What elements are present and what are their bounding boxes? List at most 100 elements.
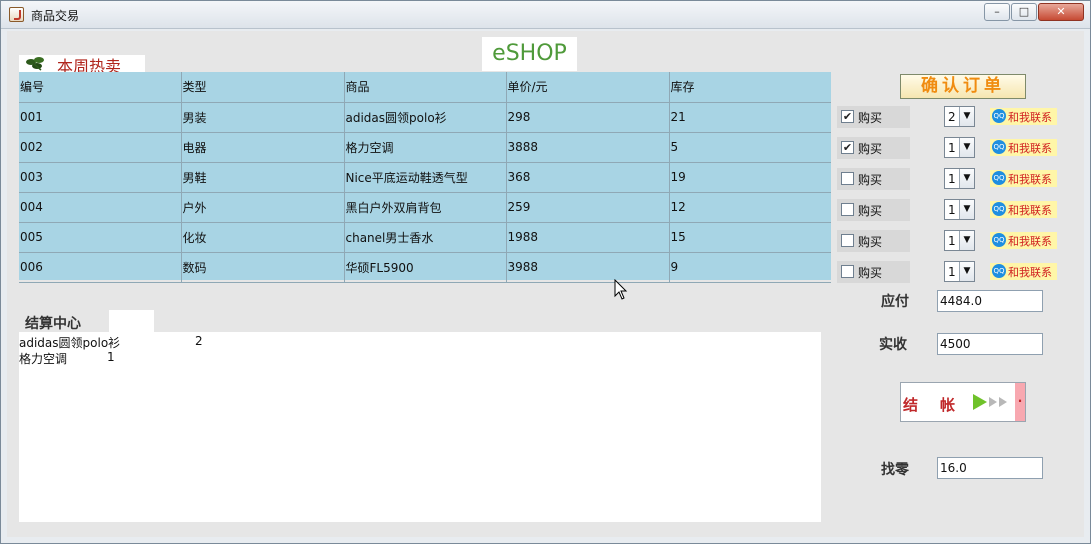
chevron-down-icon[interactable]: ▼ xyxy=(959,200,974,219)
maximize-button[interactable]: □ xyxy=(1011,3,1037,21)
checkbox-mark[interactable] xyxy=(841,265,854,278)
table-cell[interactable]: 5 xyxy=(669,132,831,163)
table-cell[interactable]: 9 xyxy=(669,252,831,283)
table-row[interactable]: 003 男鞋 Nice平底运动鞋透气型 368 19 xyxy=(19,162,831,193)
table-cell[interactable]: 男鞋 xyxy=(181,162,345,193)
client-area: 本周热卖 eSHOP 编号 类型 商品 单价/元 库存 001 男装 adida… xyxy=(7,31,1084,537)
buy-checkbox[interactable]: ✔ 购买 xyxy=(837,106,910,128)
quantity-select[interactable]: 1 ▼ xyxy=(944,261,975,282)
table-cell[interactable]: 005 xyxy=(19,222,182,253)
change-label: 找零 xyxy=(881,462,909,478)
amount-received-field[interactable]: 4500 xyxy=(937,333,1043,355)
title-bar[interactable]: 商品交易 – □ ✕ xyxy=(1,1,1090,29)
contact-label: 和我联系 xyxy=(1008,173,1052,186)
table-cell[interactable]: 3888 xyxy=(506,132,670,163)
table-cell[interactable]: 12 xyxy=(669,192,831,223)
arrow-right-icon xyxy=(989,397,997,407)
buy-label: 购买 xyxy=(858,266,883,280)
contact-me-link[interactable]: QQ 和我联系 xyxy=(990,201,1057,218)
chevron-down-icon[interactable]: ▼ xyxy=(959,138,974,157)
chevron-down-icon[interactable]: ▼ xyxy=(959,107,974,126)
contact-me-link[interactable]: QQ 和我联系 xyxy=(990,232,1057,249)
chevron-down-icon[interactable]: ▼ xyxy=(959,231,974,250)
amount-due-field[interactable]: 4484.0 xyxy=(937,290,1043,312)
table-cell[interactable]: 1988 xyxy=(506,222,670,253)
contact-me-link[interactable]: QQ 和我联系 xyxy=(990,108,1057,125)
buy-checkbox[interactable]: 购买 xyxy=(837,168,910,190)
settlement-text-area[interactable]: adidas圆领polo衫 2 格力空调 1 xyxy=(19,332,821,522)
minimize-button[interactable]: – xyxy=(984,3,1010,21)
quantity-select[interactable]: 1 ▼ xyxy=(944,230,975,251)
checkbox-mark[interactable] xyxy=(841,172,854,185)
table-cell[interactable]: 003 xyxy=(19,162,182,193)
table-cell[interactable]: 19 xyxy=(669,162,831,193)
leaf-icon xyxy=(26,57,44,71)
column-header[interactable]: 单价/元 xyxy=(506,72,670,103)
column-header[interactable]: 类型 xyxy=(181,72,345,103)
table-cell[interactable]: 格力空调 xyxy=(344,132,507,163)
buy-checkbox[interactable]: 购买 xyxy=(837,230,910,252)
quantity-select[interactable]: 2 ▼ xyxy=(944,106,975,127)
column-header[interactable]: 编号 xyxy=(19,72,182,103)
settlement-tab[interactable]: 结算中心 xyxy=(19,310,109,332)
quantity-select[interactable]: 1 ▼ xyxy=(944,199,975,220)
contact-label: 和我联系 xyxy=(1008,111,1052,124)
confirm-order-button[interactable]: 确认订单 xyxy=(900,74,1026,99)
order-row: ✔ 购买 2 ▼ QQ 和我联系 xyxy=(837,106,1077,128)
table-cell[interactable]: 006 xyxy=(19,252,182,283)
checkbox-mark[interactable]: ✔ xyxy=(841,110,854,123)
contact-me-link[interactable]: QQ 和我联系 xyxy=(990,263,1057,280)
table-row[interactable]: 006 数码 华硕FL5900 3988 9 xyxy=(19,252,831,283)
checkout-label: 结帐 xyxy=(903,396,978,414)
table-cell[interactable]: 298 xyxy=(506,102,670,133)
table-cell[interactable]: 化妆 xyxy=(181,222,345,253)
close-button[interactable]: ✕ xyxy=(1038,3,1084,21)
table-cell[interactable]: 3988 xyxy=(506,252,670,283)
change-field[interactable]: 16.0 xyxy=(937,457,1043,479)
table-cell[interactable]: 数码 xyxy=(181,252,345,283)
quantity-select[interactable]: 1 ▼ xyxy=(944,168,975,189)
table-row[interactable]: 005 化妆 chanel男士香水 1988 15 xyxy=(19,222,831,253)
buy-checkbox[interactable]: ✔ 购买 xyxy=(837,137,910,159)
buy-label: 购买 xyxy=(858,204,883,218)
quantity-select[interactable]: 1 ▼ xyxy=(944,137,975,158)
checkout-button[interactable]: 结帐 . xyxy=(900,382,1026,422)
table-cell[interactable]: 21 xyxy=(669,102,831,133)
table-cell[interactable]: 001 xyxy=(19,102,182,133)
buy-label: 购买 xyxy=(858,173,883,187)
table-row[interactable]: 001 男装 adidas圆领polo衫 298 21 xyxy=(19,102,831,133)
table-row[interactable]: 002 电器 格力空调 3888 5 xyxy=(19,132,831,163)
table-cell[interactable]: adidas圆领polo衫 xyxy=(344,102,507,133)
chevron-down-icon[interactable]: ▼ xyxy=(959,169,974,188)
column-header[interactable]: 库存 xyxy=(669,72,831,103)
buy-checkbox[interactable]: 购买 xyxy=(837,199,910,221)
table-cell[interactable]: 002 xyxy=(19,132,182,163)
table-cell[interactable]: Nice平底运动鞋透气型 xyxy=(344,162,507,193)
contact-me-link[interactable]: QQ 和我联系 xyxy=(990,170,1057,187)
table-cell[interactable]: 259 xyxy=(506,192,670,223)
checkbox-mark[interactable] xyxy=(841,203,854,216)
chevron-down-icon[interactable]: ▼ xyxy=(959,262,974,281)
product-table[interactable]: 编号 类型 商品 单价/元 库存 001 男装 adidas圆领polo衫 29… xyxy=(19,72,831,283)
quantity-value: 1 xyxy=(948,141,956,155)
table-cell[interactable]: 电器 xyxy=(181,132,345,163)
table-cell[interactable]: 男装 xyxy=(181,102,345,133)
checkbox-mark[interactable] xyxy=(841,234,854,247)
checkbox-mark[interactable]: ✔ xyxy=(841,141,854,154)
qq-icon: QQ xyxy=(992,233,1006,247)
table-cell[interactable]: 户外 xyxy=(181,192,345,223)
buy-label: 购买 xyxy=(858,111,883,125)
buy-checkbox[interactable]: 购买 xyxy=(837,261,910,283)
buy-label: 购买 xyxy=(858,142,883,156)
qq-icon: QQ xyxy=(992,264,1006,278)
table-cell[interactable]: 黑白户外双肩背包 xyxy=(344,192,507,223)
contact-me-link[interactable]: QQ 和我联系 xyxy=(990,139,1057,156)
table-cell[interactable]: 15 xyxy=(669,222,831,253)
table-row[interactable]: 004 户外 黑白户外双肩背包 259 12 xyxy=(19,192,831,223)
column-header[interactable]: 商品 xyxy=(344,72,507,103)
table-cell[interactable]: chanel男士香水 xyxy=(344,222,507,253)
table-header-row: 编号 类型 商品 单价/元 库存 xyxy=(19,72,831,103)
table-cell[interactable]: 004 xyxy=(19,192,182,223)
table-cell[interactable]: 368 xyxy=(506,162,670,193)
table-cell[interactable]: 华硕FL5900 xyxy=(344,252,507,283)
